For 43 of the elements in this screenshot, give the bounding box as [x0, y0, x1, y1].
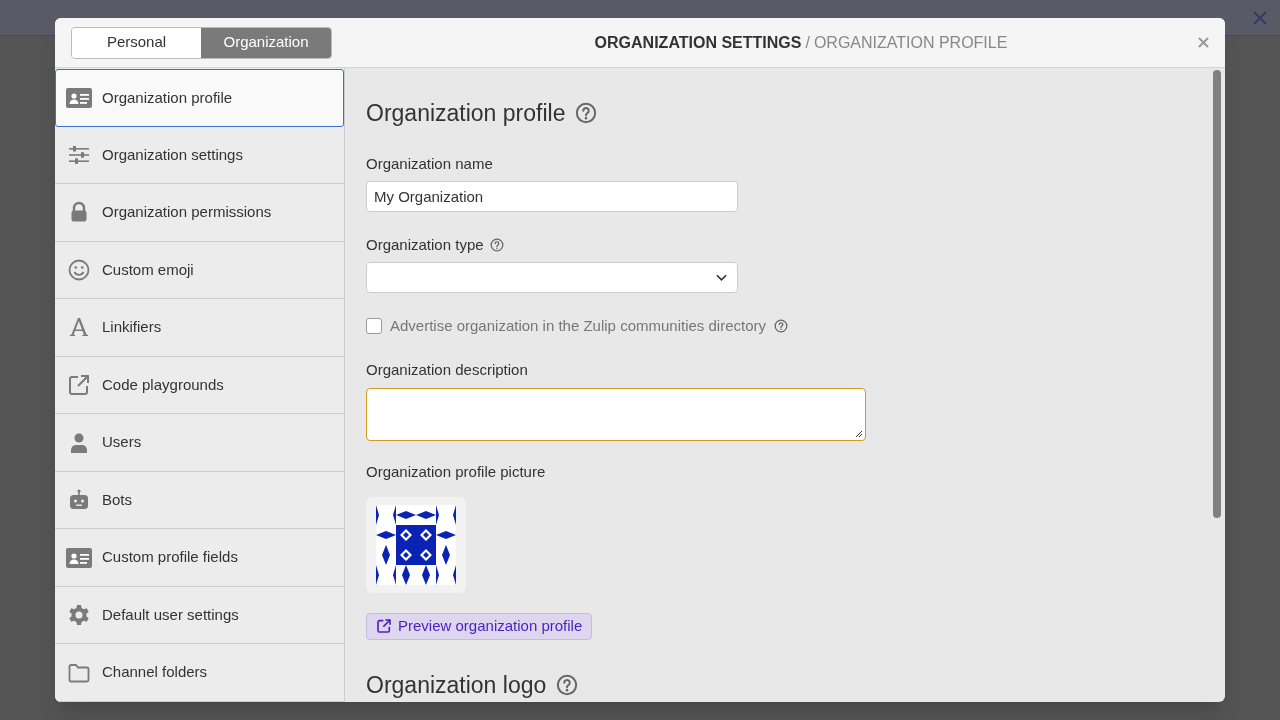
help-icon[interactable] — [774, 319, 788, 334]
nav-item[interactable]: Organization settings — [55, 126, 344, 185]
field-label: Organization type — [366, 234, 484, 255]
id-card-icon — [66, 87, 92, 108]
help-icon[interactable] — [556, 673, 579, 696]
section-heading: Organization logo — [366, 670, 547, 700]
help-icon[interactable] — [489, 237, 504, 252]
nav-item[interactable]: Organization permissions — [55, 184, 344, 242]
id-card-icon — [66, 547, 92, 568]
nav-item[interactable]: Custom profile fields — [55, 529, 344, 587]
scrollbar[interactable] — [1213, 70, 1221, 518]
separator: / — [805, 32, 810, 53]
nav-item[interactable]: Default user settings — [55, 586, 344, 645]
nav-item[interactable]: Channel folders — [55, 644, 344, 702]
field-label: Organization description — [366, 360, 529, 381]
close-icon[interactable] — [1252, 9, 1268, 26]
modal-subtitle: ORGANIZATION PROFILE — [813, 32, 1008, 53]
field-label: Organization profile picture — [366, 461, 547, 482]
nav-item[interactable]: Users — [55, 414, 344, 472]
nav-item[interactable]: Linkifiers — [55, 299, 344, 357]
settings-icon — [67, 603, 91, 628]
field-label: Organization name — [366, 153, 494, 174]
modal-title: ORGANIZATION SETTINGS — [594, 32, 802, 53]
smiley-icon — [67, 257, 91, 282]
help-icon[interactable] — [575, 102, 598, 125]
text-area[interactable] — [366, 387, 866, 441]
tab[interactable]: Personal — [72, 27, 201, 58]
preview-button[interactable]: Preview organization profile — [366, 612, 593, 640]
nav-item[interactable]: Custom emoji — [55, 241, 344, 300]
chevron-icon — [716, 273, 727, 282]
section-heading: Organization profile — [366, 99, 566, 128]
resize-handle-icon — [855, 429, 863, 438]
dropdown[interactable] — [366, 262, 738, 293]
close-icon[interactable] — [1198, 37, 1209, 48]
nav-item[interactable]: Bots — [55, 471, 344, 530]
external-link-icon — [376, 618, 392, 635]
tab[interactable]: Organization — [201, 27, 331, 58]
nav-item[interactable]: Code playgrounds — [55, 356, 344, 415]
external-link-icon — [67, 373, 91, 397]
checkbox[interactable] — [366, 318, 382, 335]
checkbox-label: Advertise organization in the Zulip communities directory — [390, 315, 766, 336]
nav-item[interactable]: Organization profile — [55, 69, 344, 127]
input-field[interactable]: My Organization — [366, 181, 738, 212]
